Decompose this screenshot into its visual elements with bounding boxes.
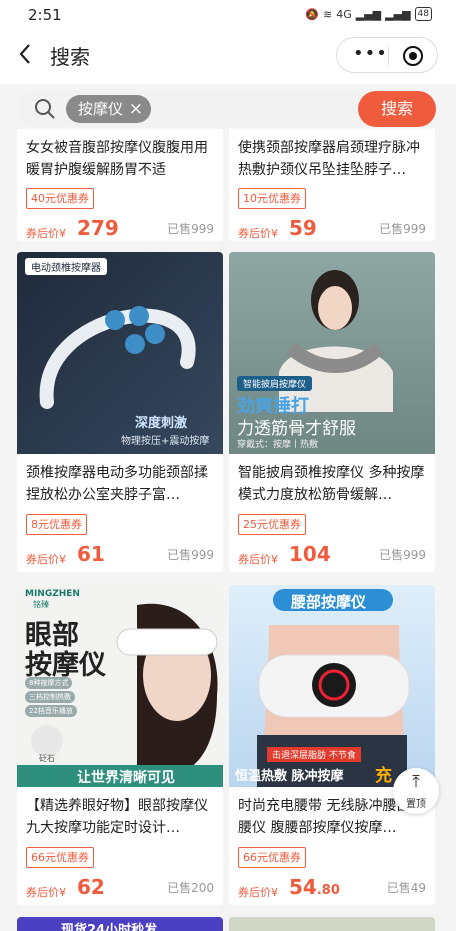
image-subline: 物理按压+震动按摩 bbox=[121, 436, 210, 447]
product-name: 使携颈部按摩器肩颈理疗脉冲热敷护颈仪吊坠挂坠脖子… bbox=[238, 140, 420, 178]
price-value: 54.80 bbox=[289, 875, 340, 899]
product-card[interactable]: 电动颈椎按摩器 深度刺激 物理按压+震动按摩 颈椎按摩器电动多功能颈部揉捏放松办… bbox=[17, 252, 223, 572]
mute-icon: 🔕 bbox=[305, 7, 320, 21]
back-to-top-label: 置顶 bbox=[406, 799, 426, 810]
price-label: 券后价¥ bbox=[26, 553, 66, 566]
capsule-divider bbox=[388, 47, 389, 65]
coupon-badge: 40元优惠券 bbox=[26, 188, 94, 209]
wifi-icon: ≋ bbox=[323, 7, 333, 21]
price-label: 券后价¥ bbox=[238, 886, 278, 899]
network-label: 4G bbox=[336, 7, 352, 21]
coupon-badge: 66元优惠券 bbox=[26, 847, 94, 868]
price-label: 券后价¥ bbox=[238, 227, 278, 240]
product-image[interactable]: 智能披肩按摩仪 劲爽捶打 力透筋骨才舒服 穿戴式：按摩丨热敷 bbox=[229, 252, 435, 454]
product-card[interactable]: MINGZHEN 铭臻 眼部 按摩仪 8种按摩方式 三档控制热敷 22档音乐播放… bbox=[17, 585, 223, 905]
product-image[interactable] bbox=[229, 917, 435, 931]
status-bar: 2:51 🔕 ≋ 4G ▂▄▆ ▂▄▆ 48 bbox=[0, 0, 456, 28]
image-headline: 现货24小时秒发 bbox=[61, 923, 158, 931]
search-button[interactable]: 搜索 bbox=[358, 91, 436, 127]
signal-icon-2: ▂▄▆ bbox=[385, 7, 411, 21]
status-time: 2:51 bbox=[28, 6, 62, 24]
sold-count: 已售999 bbox=[167, 222, 214, 236]
price-value: 62 bbox=[77, 875, 105, 899]
sold-count: 已售49 bbox=[386, 881, 426, 895]
product-name: 智能披肩颈椎按摩仪 多种按摩模式力度放松筋骨缓解… bbox=[238, 465, 425, 503]
clear-tag-icon[interactable]: × bbox=[129, 95, 143, 123]
mini-program-capsule: ••• bbox=[336, 37, 438, 73]
product-name: 颈椎按摩器电动多功能颈部揉捏放松办公室夹脖子富… bbox=[26, 465, 208, 503]
product-card[interactable]: 使携颈部按摩器肩颈理疗脉冲热敷护颈仪吊坠挂坠脖子… 10元优惠券 券后价¥ 59… bbox=[229, 129, 435, 241]
product-card[interactable]: 腰部按摩仪 击退深层脂肪 不节食 恒温热敷 脉冲按摩 充 时尚充电腰带 无线脉冲… bbox=[229, 585, 435, 905]
image-subline: 力透筋骨才舒服 bbox=[237, 419, 356, 439]
back-icon[interactable] bbox=[14, 42, 38, 66]
sold-count: 已售999 bbox=[379, 222, 426, 236]
price-value: 59 bbox=[289, 216, 317, 240]
image-badge: 智能披肩按摩仪 bbox=[237, 376, 313, 391]
nav-bar: 搜索 ••• bbox=[0, 28, 456, 84]
arrow-up-icon: ⤒ bbox=[412, 772, 420, 792]
signal-icon: ▂▄▆ bbox=[355, 7, 382, 21]
price-label: 券后价¥ bbox=[26, 227, 66, 240]
product-feed[interactable]: 女女被音腹部按摩仪腹腹用用 暖胃护腹缓解肠胃不适 40元优惠券 券后价¥ 279… bbox=[0, 129, 456, 931]
sold-count: 已售200 bbox=[167, 881, 214, 895]
neck-massager-illustration bbox=[39, 306, 196, 409]
sold-count: 已售999 bbox=[379, 548, 426, 562]
product-name: 【精选养眼好物】眼部按摩仪九大按摩功能定时设计… bbox=[26, 798, 208, 836]
product-image[interactable]: MINGZHEN 铭臻 眼部 按摩仪 8种按摩方式 三档控制热敷 22档音乐播放… bbox=[17, 585, 223, 787]
coupon-badge: 66元优惠券 bbox=[238, 847, 306, 868]
product-image[interactable]: 电动颈椎按摩器 深度刺激 物理按压+震动按摩 bbox=[17, 252, 223, 454]
product-image[interactable]: 现货24小时秒发 bbox=[17, 917, 223, 931]
page-title: 搜索 bbox=[50, 45, 90, 69]
coupon-badge: 25元优惠券 bbox=[238, 514, 306, 535]
product-card[interactable]: 智能披肩按摩仪 劲爽捶打 力透筋骨才舒服 穿戴式：按摩丨热敷 智能披肩颈椎按摩仪… bbox=[229, 252, 435, 572]
price-value: 279 bbox=[77, 216, 119, 240]
close-target-icon[interactable] bbox=[403, 46, 423, 66]
product-name: 女女被音腹部按摩仪腹腹用用 暖胃护腹缓解肠胃不适 bbox=[26, 140, 208, 178]
search-icon bbox=[35, 99, 55, 119]
promo-strip: 击退深层脂肪 不节食 bbox=[267, 747, 361, 762]
price-label: 券后价¥ bbox=[238, 553, 278, 566]
search-bar[interactable]: 按摩仪 × 搜索 bbox=[18, 91, 436, 127]
more-icon[interactable]: ••• bbox=[353, 43, 388, 64]
image-slogan: 让世界清晰可见 bbox=[77, 770, 175, 786]
image-subline: 恒温热敷 脉冲按摩 bbox=[235, 769, 344, 784]
image-headline: 深度刺激 bbox=[135, 416, 188, 431]
price-value: 104 bbox=[289, 542, 331, 566]
back-to-top-button[interactable]: ⤒ 置顶 bbox=[393, 768, 439, 814]
sold-count: 已售999 bbox=[167, 548, 214, 562]
battery-icon: 48 bbox=[414, 7, 432, 21]
price-value: 61 bbox=[77, 542, 105, 566]
stone-label: 砭石 bbox=[39, 754, 55, 763]
coupon-badge: 10元优惠券 bbox=[238, 188, 306, 209]
status-icons: 🔕 ≋ 4G ▂▄▆ ▂▄▆ 48 bbox=[305, 7, 432, 21]
product-card[interactable]: 女女被音腹部按摩仪腹腹用用 暖胃护腹缓解肠胃不适 40元优惠券 券后价¥ 279… bbox=[17, 129, 223, 241]
product-card[interactable]: 现货24小时秒发 bbox=[17, 917, 223, 931]
corner-text: 充 bbox=[375, 766, 392, 786]
search-tag-label: 按摩仪 bbox=[78, 100, 124, 118]
price-label: 券后价¥ bbox=[26, 886, 66, 899]
product-image[interactable]: 腰部按摩仪 击退深层脂肪 不节食 恒温热敷 脉冲按摩 充 bbox=[229, 585, 435, 787]
search-tag[interactable]: 按摩仪 × bbox=[66, 95, 152, 123]
coupon-badge: 8元优惠券 bbox=[26, 514, 87, 535]
product-card[interactable] bbox=[229, 917, 435, 931]
image-caption: 穿戴式：按摩丨热敷 bbox=[237, 440, 319, 450]
